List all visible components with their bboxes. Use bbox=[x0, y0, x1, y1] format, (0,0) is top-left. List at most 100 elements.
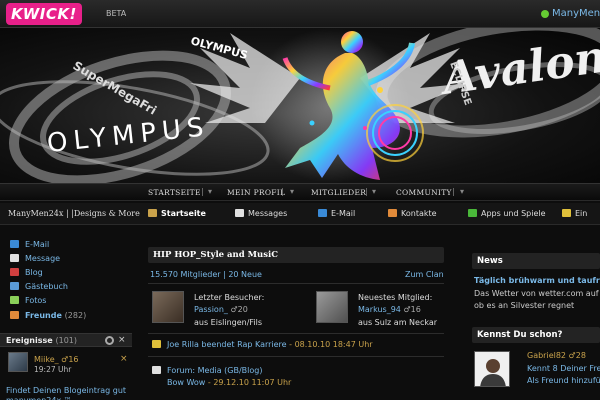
photos-icon bbox=[10, 296, 19, 304]
news-header: News bbox=[472, 253, 600, 269]
newest-member-label: Neuestes Mitglied: bbox=[358, 293, 433, 302]
last-visitor-label: Letzter Besucher: bbox=[194, 293, 265, 302]
avatar[interactable] bbox=[8, 352, 28, 372]
nav-separator: | bbox=[452, 187, 455, 196]
nav-separator: | bbox=[281, 187, 284, 196]
sidebar-item-label: Fotos bbox=[25, 296, 47, 305]
contacts-icon bbox=[388, 209, 397, 217]
nav-dropdown-icon[interactable]: ▾ bbox=[208, 187, 212, 196]
top-bar: KWICK! BETA ManyMen bbox=[0, 0, 600, 28]
close-icon[interactable]: × bbox=[118, 335, 126, 345]
tab-messages[interactable]: Messages bbox=[235, 209, 287, 218]
nav-community[interactable]: COMMUNITY bbox=[396, 188, 452, 197]
tab-label: Messages bbox=[248, 209, 288, 218]
last-visitor-name[interactable]: Passion_ ♂20 bbox=[194, 305, 248, 314]
nav-dropdown-icon[interactable]: ▾ bbox=[290, 187, 294, 196]
club-title[interactable]: HIP HOP_Style and MusiC bbox=[153, 250, 278, 260]
person-icon bbox=[480, 359, 506, 386]
know-text-line[interactable]: Kennt 8 Deiner Fre bbox=[527, 364, 600, 373]
home-icon bbox=[148, 209, 157, 217]
sidebar-item-label: E-Mail bbox=[25, 240, 50, 249]
nav-mitglieder[interactable]: MITGLIEDER bbox=[311, 188, 366, 197]
profile-name: ManyMen24x | |Designs & More bbox=[8, 209, 140, 218]
news-headline[interactable]: Täglich brühwarm und taufr bbox=[474, 276, 600, 285]
friends-icon bbox=[10, 311, 19, 319]
event-text[interactable]: Findet Deinen Blogeintrag gut manymen24x… bbox=[6, 386, 134, 400]
newest-member-name-text: Markus_94 bbox=[358, 305, 401, 314]
tab-kontakte[interactable]: Kontakte bbox=[388, 209, 437, 218]
sidebar-item-friends[interactable]: Freunde (282) bbox=[10, 311, 86, 320]
tab-email[interactable]: E-Mail bbox=[318, 209, 355, 218]
know-header: Kennst Du schon? bbox=[472, 327, 600, 343]
tab-startseite[interactable]: Startseite bbox=[148, 209, 206, 218]
nav-separator: | bbox=[365, 187, 368, 196]
divider bbox=[148, 283, 444, 284]
avatar[interactable] bbox=[316, 291, 348, 323]
events-header: Ereignisse (101) × bbox=[0, 333, 132, 347]
mail-icon bbox=[10, 240, 19, 248]
join-clan-link[interactable]: Zum Clan bbox=[405, 270, 444, 279]
sidebar-item-guestbook[interactable]: Gästebuch bbox=[10, 282, 68, 291]
event-user[interactable]: Miike_ ♂16 bbox=[34, 355, 79, 364]
feed-item[interactable]: Joe Rilla beendet Rap Karriere - 08.10.1… bbox=[167, 340, 373, 349]
avatar[interactable] bbox=[152, 291, 184, 323]
sidebar-item-label: Gästebuch bbox=[25, 282, 68, 291]
profile-tabbar: ManyMen24x | |Designs & More Startseite … bbox=[0, 203, 600, 225]
events-count: (101) bbox=[55, 336, 78, 345]
nav-startseite[interactable]: STARTSEITE bbox=[148, 188, 201, 197]
club-header: HIP HOP_Style and MusiC bbox=[148, 247, 444, 263]
current-user-link[interactable]: ManyMen bbox=[552, 8, 600, 19]
know-user[interactable]: Gabriel82 ♂28 bbox=[527, 351, 586, 360]
events-title: Ereignisse (101) bbox=[6, 336, 77, 345]
newest-member-meta: ♂16 bbox=[403, 305, 421, 314]
sidebar-item-blog[interactable]: Blog bbox=[10, 268, 43, 277]
tab-apps[interactable]: Apps und Spiele bbox=[468, 209, 546, 218]
settings-icon bbox=[562, 209, 571, 217]
nav-dropdown-icon[interactable]: ▾ bbox=[460, 187, 464, 196]
sidebar-item-label: Blog bbox=[25, 268, 43, 277]
tab-label: E-Mail bbox=[331, 209, 356, 218]
club-stats[interactable]: 15.570 Mitglieder | 20 Neue bbox=[150, 270, 262, 279]
avatar[interactable] bbox=[474, 351, 510, 387]
profile-banner: OLYMPUS Avalon OLYMPUS SuperMegaFri ECLI… bbox=[0, 28, 600, 183]
add-friend-link[interactable]: Als Freund hinzufü bbox=[527, 376, 600, 385]
left-sidebar: E-Mail Message Blog Gästebuch Fotos Freu… bbox=[0, 226, 140, 400]
events-title-text: Ereignisse bbox=[6, 336, 53, 345]
mail-icon bbox=[318, 209, 327, 217]
main-navigation: STARTSEITE | ▾ MEIN PROFIL | ▾ MITGLIEDE… bbox=[0, 183, 600, 201]
kwick-logo[interactable]: KWICK! bbox=[6, 3, 82, 25]
guestbook-icon bbox=[10, 282, 19, 290]
tab-ein[interactable]: Ein bbox=[562, 209, 587, 218]
news-icon bbox=[152, 340, 161, 348]
tab-label: Apps und Spiele bbox=[481, 209, 546, 218]
sidebar-item-photos[interactable]: Fotos bbox=[10, 296, 46, 305]
sidebar-item-label: Freunde bbox=[25, 311, 62, 320]
news-title: News bbox=[477, 256, 503, 266]
forum-link[interactable]: Forum: Media (GB/Blog) bbox=[167, 366, 262, 375]
tab-label: Startseite bbox=[161, 209, 206, 218]
nav-separator: | bbox=[201, 187, 204, 196]
feed-item-text: Bow Wow bbox=[167, 378, 206, 387]
divider bbox=[148, 333, 444, 334]
news-text-line: Das Wetter von wetter.com auf bbox=[474, 289, 599, 298]
message-icon bbox=[235, 209, 244, 217]
know-title: Kennst Du schon? bbox=[477, 330, 563, 340]
feed-item[interactable]: Bow Wow - 29.12.10 11:07 Uhr bbox=[167, 378, 291, 387]
nav-dropdown-icon[interactable]: ▾ bbox=[372, 187, 376, 196]
close-icon[interactable]: × bbox=[120, 354, 128, 364]
apps-icon bbox=[468, 209, 477, 217]
nav-mein-profil[interactable]: MEIN PROFIL bbox=[227, 188, 285, 197]
event-time: 19:27 Uhr bbox=[34, 365, 72, 374]
newest-member-name[interactable]: Markus_94 ♂16 bbox=[358, 305, 421, 314]
sidebar-item-email[interactable]: E-Mail bbox=[10, 240, 49, 249]
blog-icon bbox=[10, 268, 19, 276]
sidebar-item-message[interactable]: Message bbox=[10, 254, 60, 263]
online-status-icon bbox=[541, 10, 549, 18]
beta-label: BETA bbox=[106, 9, 127, 18]
news-text-line: ob es an Silvester regnet bbox=[474, 301, 575, 310]
tab-label: Ein bbox=[575, 209, 588, 218]
last-visitor-name-text: Passion_ bbox=[194, 305, 228, 314]
newest-member-location: aus Sulz am Neckar bbox=[358, 318, 438, 327]
gear-icon[interactable] bbox=[105, 336, 114, 345]
feed-item-text: Joe Rilla beendet Rap Karriere bbox=[167, 340, 287, 349]
